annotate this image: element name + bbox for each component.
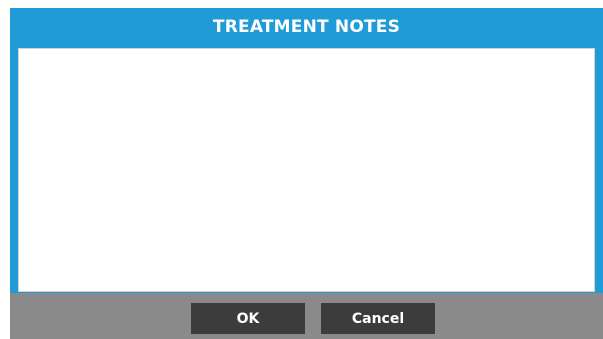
- ok-button[interactable]: OK: [191, 303, 305, 334]
- dialog-button-bar: OK Cancel: [10, 293, 603, 339]
- dialog-title: TREATMENT NOTES: [212, 17, 401, 37]
- treatment-notes-textarea[interactable]: [18, 48, 595, 292]
- dialog-title-bar: TREATMENT NOTES: [10, 8, 603, 46]
- treatment-notes-dialog: TREATMENT NOTES OK Cancel: [10, 8, 603, 339]
- cancel-button[interactable]: Cancel: [321, 303, 435, 334]
